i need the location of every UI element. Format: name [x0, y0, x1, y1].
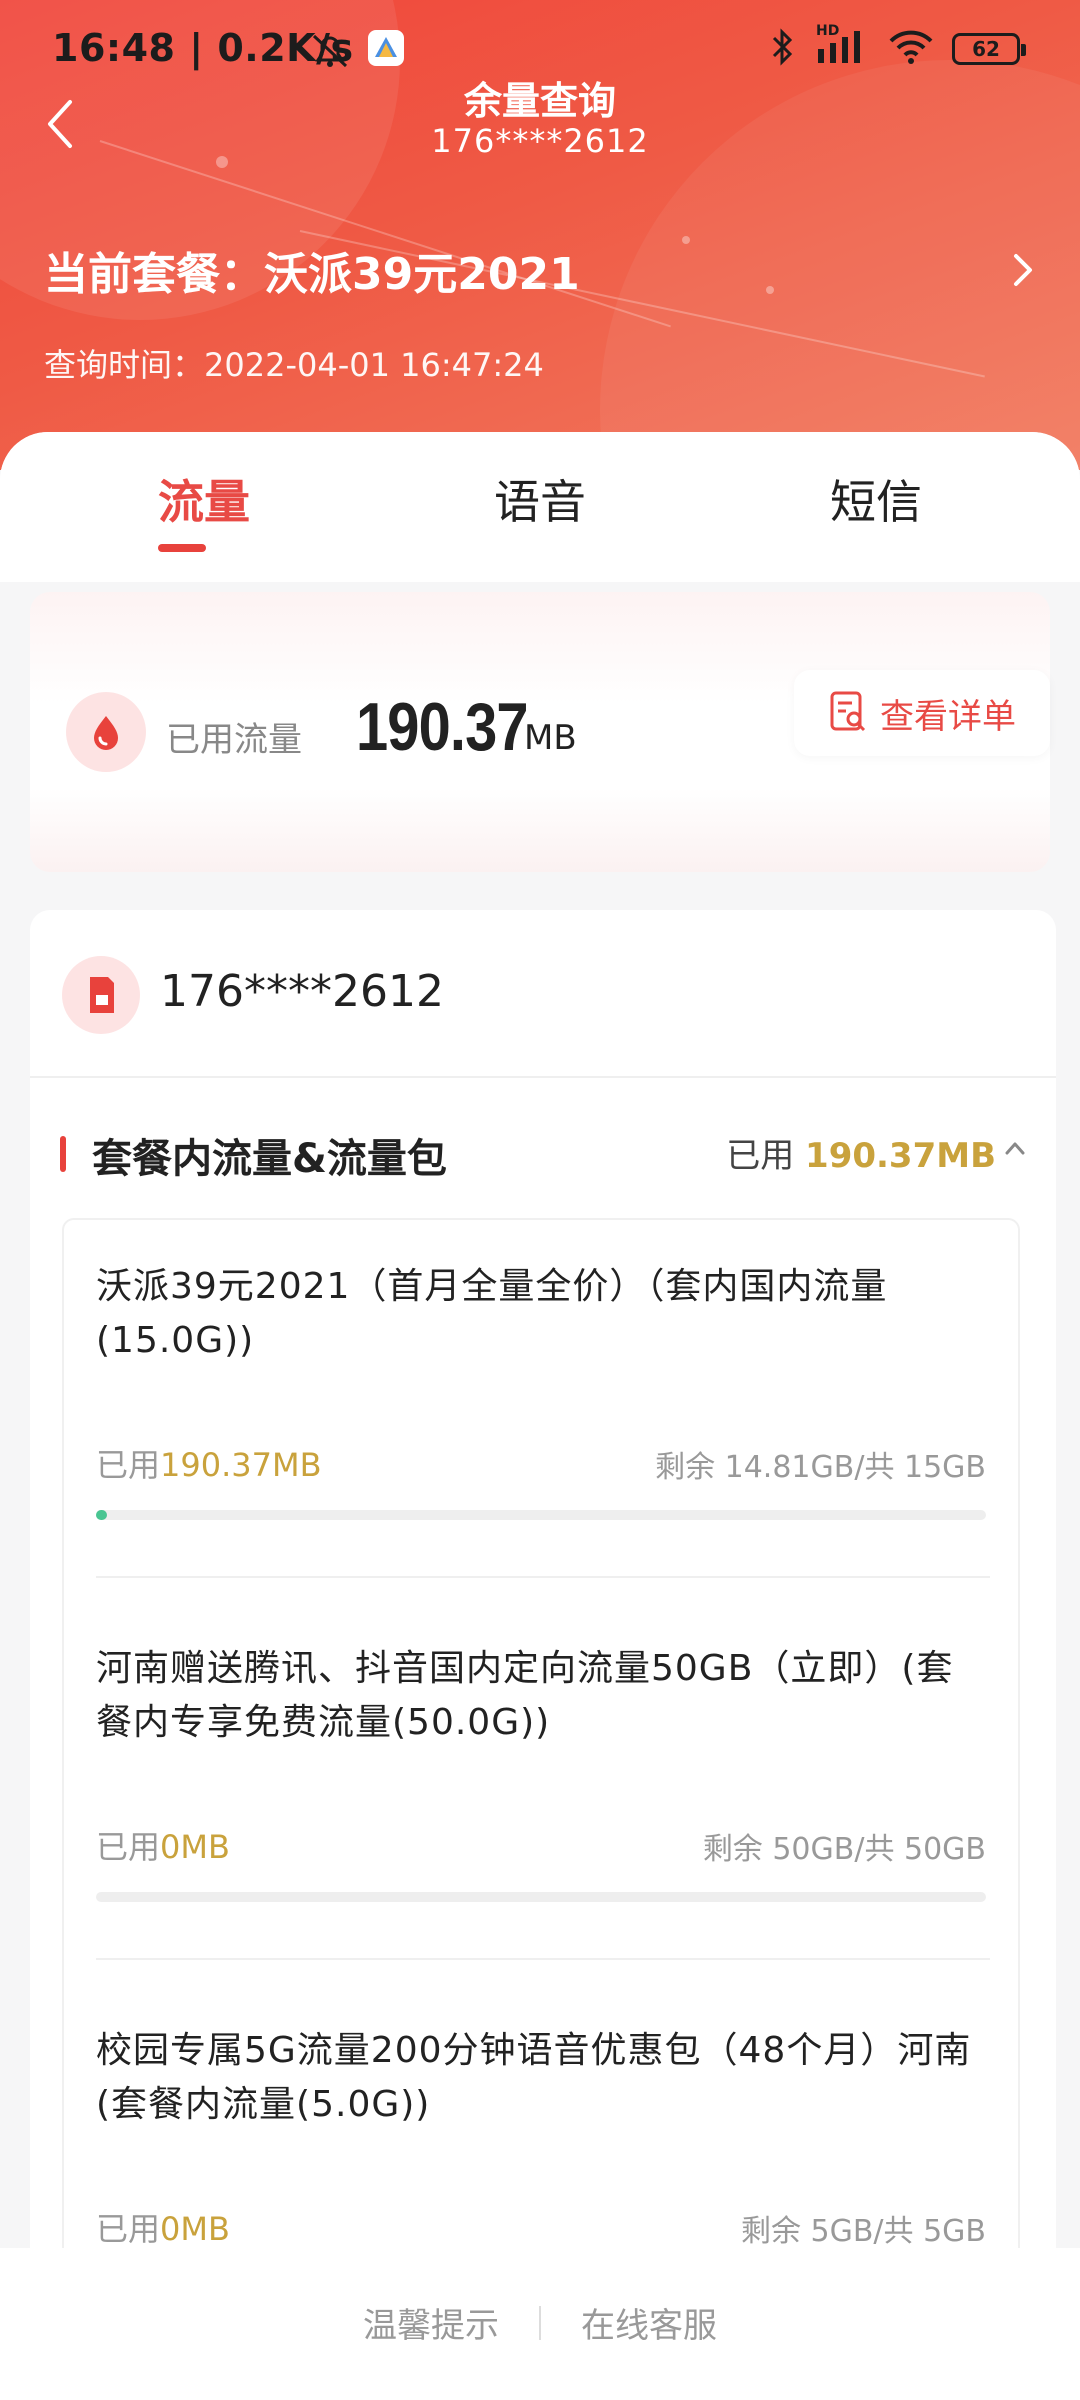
battery-icon: 62	[952, 33, 1026, 65]
package-items: 沃派39元2021（首月全量全价）（套内国内流量(15.0G)) 已用190.3…	[62, 1218, 1020, 2400]
progress-fill	[96, 1510, 107, 1520]
footer: 温馨提示 在线客服	[0, 2248, 1080, 2400]
item-divider	[96, 1576, 990, 1578]
usage-value: 190.37	[356, 689, 529, 765]
view-details-button[interactable]: 查看详单	[794, 670, 1050, 756]
usage-summary-card: 已用流量 190.37 MB 查看详单	[30, 592, 1050, 872]
tab-bar: 流量 语音 短信	[0, 432, 1080, 582]
tab-voice[interactable]: 语音	[420, 466, 660, 532]
item-divider	[96, 1958, 990, 1960]
package-item-remain: 剩余 5GB/共 5GB	[740, 2214, 986, 2249]
tab-sms[interactable]: 短信	[756, 466, 996, 532]
package-item-remain: 剩余 50GB/共 50GB	[702, 1832, 986, 1867]
package-item-title: 沃派39元2021（首月全量全价）（套内国内流量(15.0G))	[96, 1266, 888, 1361]
details-list-icon	[828, 689, 868, 737]
package-item-remain: 剩余 14.81GB/共 15GB	[655, 1450, 986, 1485]
current-plan-row[interactable]: 当前套餐： 沃派39元2021	[44, 240, 1034, 300]
account-row: 176****2612	[30, 910, 1056, 1078]
page-title: 余量查询	[463, 79, 616, 123]
footer-divider	[539, 2305, 541, 2340]
usage-label: 已用流量	[166, 720, 302, 760]
plan-label: 当前套餐：	[44, 249, 264, 300]
usage-unit: MB	[524, 718, 577, 758]
bluetooth-icon	[768, 28, 798, 70]
online-service-link[interactable]: 在线客服	[581, 2298, 717, 2347]
package-item-title: 河南赠送腾讯、抖音国内定向流量50GB（立即）(套餐内专享免费流量(50.0G)…	[96, 1648, 954, 1743]
package-list-card: 176****2612 套餐内流量&流量包 已用 190.37MB 沃派39元2…	[30, 910, 1056, 2400]
query-time: 查询时间：2022-04-01 16:47:24	[44, 346, 544, 384]
package-item-progress	[96, 1892, 986, 1902]
main-content: 流量 语音 短信 已用流量 190.37 MB 查看详单 176****2612…	[0, 432, 1080, 2400]
chevron-up-icon[interactable]	[1004, 1140, 1026, 1160]
tips-link[interactable]: 温馨提示	[363, 2298, 499, 2347]
sim-card-icon	[62, 956, 140, 1034]
section-accent-bar	[60, 1136, 66, 1172]
header: 16:48 | 0.2K/s HD 62 余量查询 176****2612 当前…	[0, 0, 1080, 470]
page-subtitle-phone: 176****2612	[431, 122, 649, 160]
account-phone: 176****2612	[160, 966, 444, 1017]
wifi-icon	[888, 29, 934, 69]
section-title: 套餐内流量&流量包	[92, 1136, 447, 1182]
section-used: 已用 190.37MB	[726, 1136, 996, 1176]
app-notification-icon	[368, 30, 404, 66]
tab-active-indicator	[158, 544, 206, 552]
package-item-used: 已用190.37MB	[96, 1446, 322, 1484]
chevron-right-icon[interactable]	[1010, 250, 1034, 294]
signal-icon: HD	[816, 23, 870, 69]
package-item-used: 已用0MB	[96, 1828, 230, 1866]
data-drop-icon	[66, 692, 146, 772]
package-item-progress	[96, 1510, 986, 1520]
package-item-title: 校园专属5G流量200分钟语音优惠包（48个月）河南(套餐内流量(5.0G))	[96, 2030, 972, 2125]
mute-icon	[308, 30, 352, 74]
view-details-label: 查看详单	[880, 696, 1016, 737]
package-item-used: 已用0MB	[96, 2210, 230, 2248]
plan-name: 沃派39元2021	[264, 249, 580, 300]
package-item: 沃派39元2021（首月全量全价）（套内国内流量(15.0G)) 已用190.3…	[96, 1260, 986, 1590]
package-item: 河南赠送腾讯、抖音国内定向流量50GB（立即）(套餐内专享免费流量(50.0G)…	[96, 1642, 986, 1972]
tab-data[interactable]: 流量	[84, 466, 324, 532]
section-header[interactable]: 套餐内流量&流量包 已用 190.37MB	[30, 1078, 1056, 1218]
